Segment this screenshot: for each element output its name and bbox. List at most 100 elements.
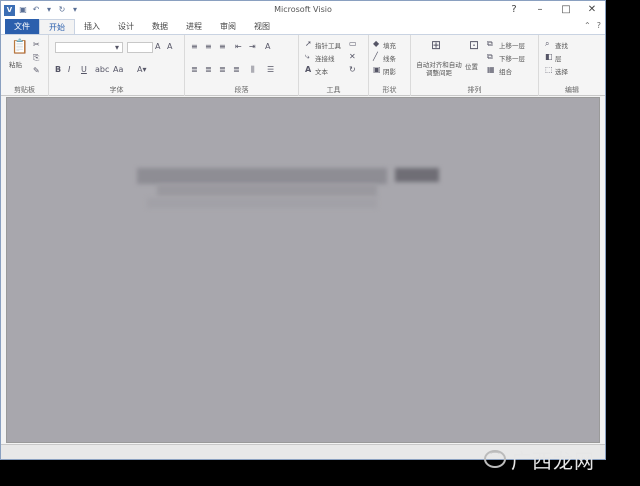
undo-dropdown-icon[interactable]: ▾: [44, 5, 54, 15]
rectangle-icon[interactable]: ▭: [349, 39, 357, 49]
text-direction-icon[interactable]: A: [265, 42, 270, 52]
line-icon[interactable]: ╱: [373, 52, 378, 62]
send-backward-label[interactable]: 下移一层: [499, 53, 525, 63]
strikethrough-icon[interactable]: abc: [95, 65, 109, 75]
shape-group: ◆ 填充 ╱ 线条 ▣ 阴影 形状: [369, 35, 411, 96]
tab-home[interactable]: 开始: [39, 19, 75, 34]
collapse-ribbon-icon[interactable]: ⌃: [584, 21, 591, 30]
auto-align-label[interactable]: 自动对齐和自动调整间距: [415, 61, 463, 77]
shadow-icon[interactable]: ▣: [373, 65, 381, 75]
select-icon[interactable]: ⬚: [545, 65, 553, 75]
editing-group-label: 编辑: [565, 86, 579, 94]
rotate-icon[interactable]: ↻: [349, 65, 356, 75]
paragraph-group: ≡ ≡ ≡ ⇤ ⇥ A ≣ ≣ ≣ ≣ ⫼ ☰ 段落: [185, 35, 299, 96]
shadow-label[interactable]: 阴影: [383, 66, 396, 76]
connector-label[interactable]: 连接线: [315, 53, 335, 63]
font-group-label: 字体: [109, 86, 124, 94]
align-center-icon[interactable]: ≣: [205, 65, 212, 75]
fill-label[interactable]: 填充: [383, 40, 396, 50]
font-group: ▾ A A B I U abc Aa A▾ 字体: [49, 35, 185, 96]
paragraph-group-label: 段落: [234, 86, 249, 94]
minimize-button[interactable]: –: [527, 1, 553, 19]
arrange-group-label: 排列: [467, 86, 482, 94]
position-label[interactable]: 位置: [465, 61, 478, 71]
bring-forward-icon[interactable]: ⧉: [487, 39, 493, 49]
layers-label[interactable]: 层: [555, 53, 562, 63]
auto-align-icon[interactable]: ⊞: [431, 39, 441, 51]
tab-review[interactable]: 审阅: [211, 19, 245, 34]
delete-icon[interactable]: ✕: [349, 52, 356, 62]
bring-forward-label[interactable]: 上移一层: [499, 40, 525, 50]
cut-icon[interactable]: ✂: [33, 40, 40, 50]
tools-group-label: 工具: [326, 86, 341, 94]
tools-group: ➚ 指针工具 ⤷ 连接线 A 文本 ▭ ✕ ↻ 工具: [299, 35, 369, 96]
send-backward-icon[interactable]: ⧉: [487, 52, 493, 62]
tab-process[interactable]: 进程: [177, 19, 211, 34]
customize-icon[interactable]: ▾: [70, 5, 80, 15]
visio-window: V ▣ ↶ ▾ ↻ ▾ Microsoft Visio ? – □ ✕ 文件 开…: [0, 0, 606, 460]
font-name-chevron-down-icon: ▾: [115, 43, 120, 52]
decrease-indent-icon[interactable]: ⇤: [235, 42, 242, 52]
drawing-canvas[interactable]: [6, 97, 600, 443]
tab-file[interactable]: 文件: [5, 19, 39, 34]
increase-indent-icon[interactable]: ⇥: [249, 42, 256, 52]
align-right-icon[interactable]: ≣: [219, 65, 226, 75]
bold-icon[interactable]: B: [55, 65, 61, 75]
tab-data[interactable]: 数据: [143, 19, 177, 34]
paste-icon[interactable]: 📋: [11, 40, 28, 54]
font-size-select[interactable]: [127, 42, 153, 53]
layers-icon[interactable]: ◧: [545, 52, 553, 62]
ribbon-options: ⌃ ?: [584, 21, 601, 30]
bullets-icon[interactable]: ☰: [267, 65, 274, 75]
text-tool-label[interactable]: 文本: [315, 66, 328, 76]
copy-icon[interactable]: ⎘: [33, 53, 39, 63]
obscured-text-line-2: [157, 184, 377, 196]
columns-icon[interactable]: ⫼: [251, 65, 255, 75]
arrange-group: ⊞ 自动对齐和自动调整间距 ⊡ 位置 ⧉ 上移一层 ⧉ 下移一层 ▦ 组合 排列: [411, 35, 539, 96]
paste-label[interactable]: 粘贴: [9, 59, 22, 69]
visio-app-icon[interactable]: V: [4, 4, 15, 16]
find-icon[interactable]: ⌕: [545, 39, 549, 49]
align-bottom-icon[interactable]: ≡: [219, 42, 226, 52]
pointer-tool-icon[interactable]: ➚: [305, 39, 312, 49]
tab-view[interactable]: 视图: [245, 19, 279, 34]
save-icon[interactable]: ▣: [18, 5, 28, 15]
restore-button[interactable]: □: [553, 1, 579, 19]
align-middle-icon[interactable]: ≡: [205, 42, 212, 52]
font-color-icon[interactable]: A▾: [137, 65, 147, 75]
watermark-text: 广西龙网: [511, 448, 595, 473]
select-label[interactable]: 选择: [555, 66, 568, 76]
italic-icon[interactable]: I: [68, 65, 70, 75]
obscured-text-block: [395, 168, 439, 182]
tab-design[interactable]: 设计: [109, 19, 143, 34]
font-name-select[interactable]: [55, 42, 123, 53]
ribbon-tab-row: 文件 开始 插入 设计 数据 进程 审阅 视图 ⌃ ?: [1, 19, 605, 35]
close-button[interactable]: ✕: [579, 1, 605, 19]
clipboard-group-label: 剪贴板: [14, 86, 35, 94]
group-label[interactable]: 组合: [499, 66, 512, 76]
text-tool-icon[interactable]: A: [305, 65, 311, 75]
underline-icon[interactable]: U: [81, 65, 87, 75]
help-button[interactable]: ?: [501, 1, 527, 19]
help-icon[interactable]: ?: [597, 21, 601, 30]
connector-icon[interactable]: ⤷: [305, 52, 309, 62]
find-label[interactable]: 查找: [555, 40, 568, 50]
obscured-text-line-3: [147, 198, 377, 208]
pointer-tool-label[interactable]: 指针工具: [315, 40, 341, 50]
align-left-icon[interactable]: ≣: [191, 65, 198, 75]
grow-font-icon[interactable]: A: [155, 42, 160, 52]
format-painter-icon[interactable]: ✎: [33, 66, 40, 76]
position-icon[interactable]: ⊡: [469, 39, 479, 51]
case-icon[interactable]: Aa: [113, 65, 123, 75]
fill-icon[interactable]: ◆: [373, 39, 379, 49]
redo-icon[interactable]: ↻: [57, 5, 67, 15]
undo-icon[interactable]: ↶: [31, 5, 41, 15]
justify-icon[interactable]: ≣: [233, 65, 240, 75]
align-top-icon[interactable]: ≡: [191, 42, 198, 52]
group-icon[interactable]: ▦: [487, 65, 495, 75]
shrink-font-icon[interactable]: A: [167, 42, 172, 52]
chat-bubble-icon: ⁀: [484, 450, 506, 468]
shape-group-label: 形状: [382, 86, 397, 94]
line-label[interactable]: 线条: [383, 53, 396, 63]
tab-insert[interactable]: 插入: [75, 19, 109, 34]
